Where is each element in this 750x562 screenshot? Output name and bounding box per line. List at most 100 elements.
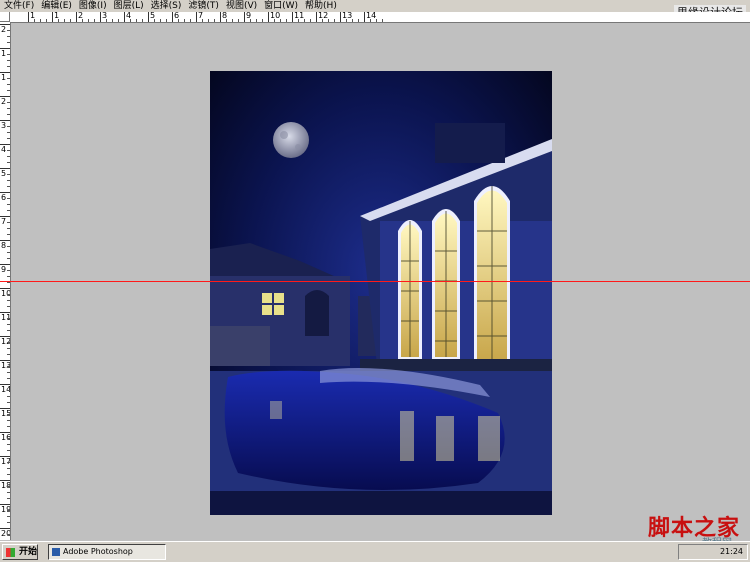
ruler-subtick [7,132,10,133]
ruler-tick [124,12,125,22]
moon-shape [273,122,309,158]
ruler-subtick [376,19,377,22]
ruler-tick [364,12,365,22]
ruler-subtick [7,102,10,103]
ruler-label: 8 [1,241,7,250]
ruler-subtick [7,426,10,427]
menu-item-4[interactable]: 选择(S) [147,0,185,12]
ruler-subtick [7,30,10,31]
ruler-subtick [214,19,215,22]
ruler-subtick [346,19,347,22]
ruler-label: 4 [1,145,7,154]
ruler-subtick [286,19,287,22]
ruler-subtick [70,19,71,22]
menu-item-5[interactable]: 滤镜(T) [184,0,222,12]
ruler-subtick [7,402,10,403]
ruler-subtick [7,330,10,331]
horizontal-guide-line[interactable] [0,281,750,282]
ruler-subtick [64,19,65,22]
ruler-label: 10 [270,12,281,20]
ruler-subtick [202,19,203,22]
taskbar-item-label: Adobe Photoshop [63,547,133,556]
ruler-subtick [7,42,10,43]
ruler-label: 14 [366,12,377,20]
ruler-subtick [280,19,281,22]
ruler-tick [196,12,197,22]
menu-item-2[interactable]: 图像(I) [75,0,110,12]
ruler-subtick [7,180,10,181]
menu-item-6[interactable]: 视图(V) [222,0,260,12]
ruler-subtick [7,234,10,235]
ruler-subtick [238,19,239,22]
menu-item-1[interactable]: 编辑(E) [37,0,75,12]
ruler-label: 6 [1,193,7,202]
ruler-subtick [7,306,10,307]
ruler-subtick [7,138,10,139]
ruler-subtick [232,19,233,22]
menu-item-7[interactable]: 窗口(W) [260,0,301,12]
ruler-subtick [190,19,191,22]
ruler-subtick [7,84,10,85]
start-label: 开始 [19,547,38,557]
horizontal-ruler[interactable]: 1 1 2 3 4 5 6 7 8 9 10 11 12 13 14 [10,12,750,23]
ruler-subtick [34,19,35,22]
ruler-subtick [58,19,59,22]
menu-item-8[interactable]: 帮助(H) [301,0,340,12]
ruler-subtick [7,36,10,37]
ruler-subtick [7,210,10,211]
ruler-subtick [7,282,10,283]
ruler-subtick [7,300,10,301]
tray-clock: 21:24 [719,547,743,556]
menu-item-3[interactable]: 图层(L) [110,0,147,12]
ruler-subtick [7,366,10,367]
ruler-subtick [7,450,10,451]
ruler-label: 5 [1,169,7,178]
ruler-subtick [142,19,143,22]
ruler-subtick [7,390,10,391]
taskbar-item-photoshop[interactable]: Adobe Photoshop [48,544,166,560]
ruler-corner[interactable] [0,12,10,22]
ruler-label: 9 [1,265,7,274]
menu-item-0[interactable]: 文件(F) [0,0,37,12]
ruler-subtick [7,78,10,79]
ruler-subtick [7,354,10,355]
ruler-subtick [7,186,10,187]
ruler-subtick [7,324,10,325]
ruler-subtick [184,19,185,22]
ruler-subtick [7,414,10,415]
ruler-subtick [328,19,329,22]
ruler-subtick [46,19,47,22]
ruler-label: 11 [294,12,305,20]
ruler-tick [292,12,293,22]
ruler-subtick [7,294,10,295]
ruler-subtick [352,19,353,22]
menu-bar: 文件(F) 编辑(E) 图像(I) 图层(L) 选择(S) 滤镜(T) 视图(V) 窗口(W)… [0,0,750,12]
ruler-subtick [178,19,179,22]
ruler-subtick [310,19,311,22]
ruler-tick [268,12,269,22]
ruler-tick [76,12,77,22]
ruler-tick [316,12,317,22]
start-button[interactable]: 开始 [2,544,38,560]
ruler-subtick [358,19,359,22]
ruler-subtick [118,19,119,22]
ruler-subtick [130,19,131,22]
document-image[interactable] [210,71,552,515]
ruler-subtick [370,19,371,22]
ruler-subtick [7,270,10,271]
ruler-tick [52,12,53,22]
ruler-subtick [7,228,10,229]
ruler-subtick [274,19,275,22]
ruler-subtick [7,510,10,511]
ruler-subtick [7,108,10,109]
ruler-subtick [7,204,10,205]
ruler-label: 2 [1,25,7,34]
ruler-subtick [94,19,95,22]
ruler-subtick [7,516,10,517]
ruler-subtick [7,246,10,247]
ruler-tick [148,12,149,22]
ruler-subtick [382,19,383,22]
ruler-tick [220,12,221,22]
ruler-subtick [250,19,251,22]
ruler-subtick [7,372,10,373]
